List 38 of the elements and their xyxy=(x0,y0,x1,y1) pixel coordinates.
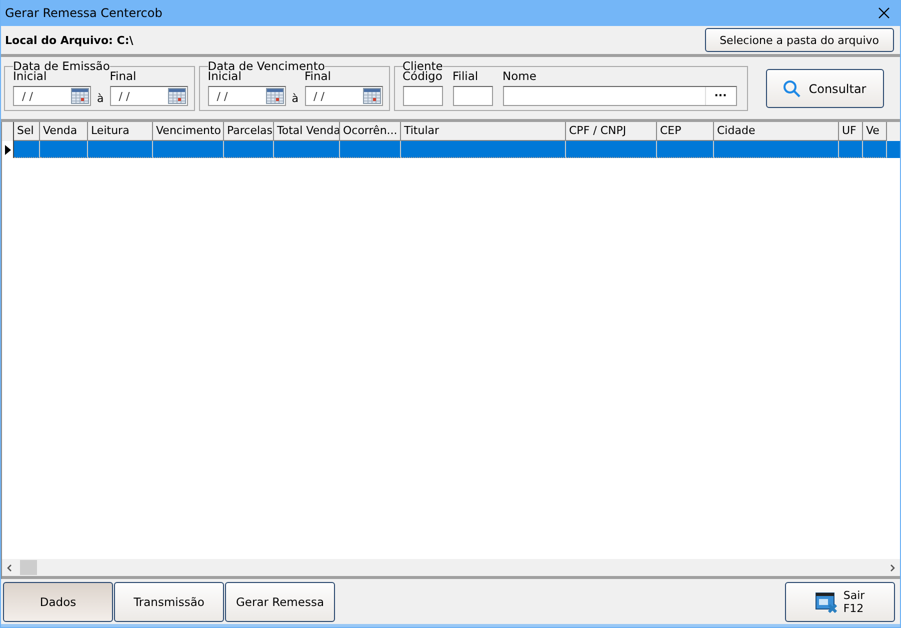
name-field[interactable]: ··· xyxy=(502,86,736,106)
search-icon xyxy=(782,80,801,98)
scroll-right-icon[interactable] xyxy=(888,564,896,572)
calendar-icon[interactable] xyxy=(168,88,186,104)
browse-button[interactable]: ··· xyxy=(704,87,736,105)
file-location-label: Local do Arquivo: C:\ xyxy=(5,34,134,46)
date-field[interactable]: / / xyxy=(13,86,91,106)
scroll-left-icon[interactable] xyxy=(6,564,14,572)
close-icon[interactable] xyxy=(878,7,890,19)
tab[interactable]: Gerar Remessa xyxy=(225,582,335,622)
select-folder-button[interactable]: Selecione a pasta do arquivo xyxy=(704,28,894,52)
field-label: Código xyxy=(402,69,442,83)
field-label: Final xyxy=(110,69,138,83)
calendar-icon[interactable] xyxy=(71,88,89,104)
window-exit-icon xyxy=(815,590,838,612)
range-separator: à xyxy=(97,92,104,106)
table-row[interactable] xyxy=(2,141,900,158)
row-pointer-icon xyxy=(4,144,10,154)
calendar-icon[interactable] xyxy=(266,88,284,104)
field-label: Final xyxy=(304,69,332,83)
horizontal-scrollbar[interactable] xyxy=(2,559,900,579)
code-field[interactable] xyxy=(402,86,442,106)
range-separator: à xyxy=(292,92,298,106)
field-label: Inicial xyxy=(208,69,242,83)
date-field[interactable]: / / xyxy=(304,86,382,106)
field-label: Nome xyxy=(502,69,538,83)
tab[interactable]: Transmissão xyxy=(114,582,224,622)
date-field[interactable]: / / xyxy=(208,86,286,106)
window-title: Gerar Remessa Centercob xyxy=(5,6,164,20)
calendar-icon[interactable] xyxy=(362,88,380,104)
tab[interactable]: Dados xyxy=(3,582,113,622)
search-button[interactable]: Consultar xyxy=(766,69,884,108)
field-label: Inicial xyxy=(13,69,47,83)
exit-button[interactable]: Sair F12 xyxy=(785,582,895,622)
field-label: Filial xyxy=(452,69,480,83)
date-field[interactable]: / / xyxy=(110,86,188,106)
scrollbar-thumb[interactable] xyxy=(20,560,37,575)
branch-field[interactable] xyxy=(452,86,492,106)
